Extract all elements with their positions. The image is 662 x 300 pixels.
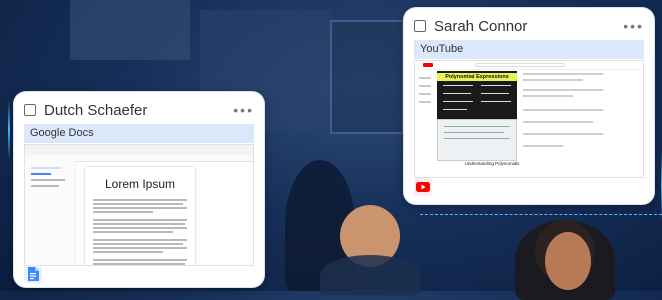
youtube-icon (414, 178, 432, 196)
active-tab-title: Google Docs (24, 124, 254, 143)
student-name: Dutch Schaefer (44, 101, 148, 119)
docs-outline-panel (25, 161, 76, 265)
glow-accent-left (8, 100, 10, 160)
document-heading: Lorem Ipsum (104, 177, 176, 191)
card-header: Sarah Connor ••• (414, 14, 644, 38)
student-card[interactable]: Sarah Connor ••• YouTube Polynomial Expr… (404, 8, 654, 204)
select-checkbox[interactable] (414, 20, 426, 32)
student-face-2-inner (545, 232, 591, 290)
video-title: Polynomial Expressions (437, 73, 517, 81)
background-window (330, 20, 404, 134)
video-caption: Understanding Polynomials (464, 161, 520, 166)
video-player[interactable]: Polynomial Expressions (437, 71, 517, 119)
student-card[interactable]: Dutch Schaefer ••• Google Docs Lorem Ips… (14, 92, 264, 287)
youtube-header (415, 61, 643, 70)
google-docs-icon (24, 265, 42, 283)
connector-line (420, 214, 662, 215)
active-tab-title: YouTube (414, 40, 644, 59)
video-frame-preview (437, 119, 517, 161)
card-header: Dutch Schaefer ••• (24, 98, 254, 122)
screen-thumbnail[interactable]: Lorem Ipsum (24, 144, 254, 266)
more-options-icon[interactable]: ••• (233, 102, 254, 118)
background-whiteboard (70, 0, 190, 60)
student-shirt (320, 255, 420, 295)
select-checkbox[interactable] (24, 104, 36, 116)
more-options-icon[interactable]: ••• (623, 18, 644, 34)
docs-page: Lorem Ipsum (85, 167, 195, 265)
screen-thumbnail[interactable]: Polynomial Expressions Understanding Pol… (414, 60, 644, 178)
student-name: Sarah Connor (434, 17, 528, 35)
